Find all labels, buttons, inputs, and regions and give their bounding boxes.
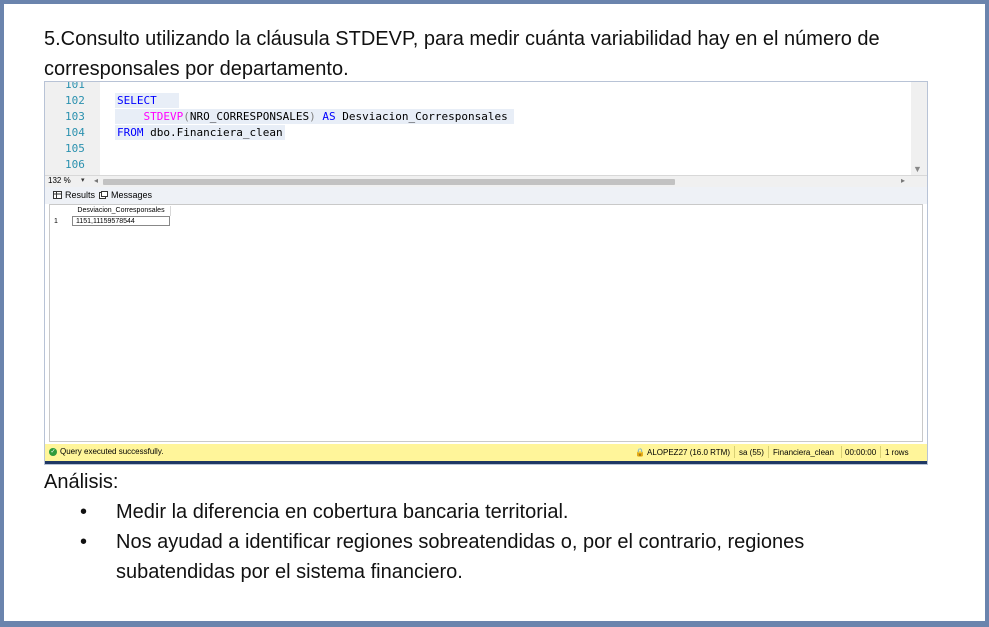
status-message: ✓ Query executed successfully.: [49, 447, 163, 456]
chevron-down-icon[interactable]: ▾: [81, 176, 85, 184]
column-header[interactable]: Desviacion_Corresponsales: [72, 206, 171, 216]
messages-icon: [99, 191, 108, 199]
status-user: sa (55): [739, 448, 764, 457]
line-number: 106: [65, 158, 85, 171]
bullet-text: Medir la diferencia en cobertura bancari…: [116, 501, 569, 523]
results-tabs: Results Messages: [45, 187, 927, 204]
scroll-left-icon[interactable]: ◂: [94, 176, 98, 185]
grid-icon: [53, 191, 62, 199]
scroll-right-icon[interactable]: ▸: [901, 176, 905, 185]
vertical-scrollbar[interactable]: [911, 82, 927, 175]
line-number: 101: [65, 81, 85, 91]
success-check-icon: ✓: [49, 447, 57, 456]
window-bottom-bar: [45, 461, 927, 464]
status-database: Financiera_clean: [773, 448, 834, 457]
code-line-stdevp: STDEVP(NRO_CORRESPONSALES) AS Desviacion…: [115, 109, 514, 124]
status-time: 00:00:00: [845, 448, 877, 457]
line-number: 103: [65, 110, 85, 123]
column-arg: NRO_CORRESPONSALES: [189, 110, 310, 123]
result-cell[interactable]: 1151,11159578544: [72, 216, 170, 226]
bullet-text: Nos ayudad a identificar regiones sobrea…: [116, 531, 805, 583]
select-keyword: SELECT: [117, 94, 157, 107]
analysis-list: • Medir la diferencia en cobertura bancar…: [80, 497, 900, 587]
status-rows: 1 rows: [885, 448, 909, 457]
status-text: Query executed successfully.: [60, 447, 164, 456]
tab-messages-label: Messages: [111, 190, 153, 200]
ssms-screenshot: 101 102 103 104 105 106 SELECT STDEVP(NR…: [44, 81, 928, 465]
page-heading: 5.Consulto utilizando la cláusula STDEVP…: [44, 28, 880, 80]
list-item: • Medir la diferencia en cobertura bancar…: [80, 501, 569, 523]
code-line-from: FROM dbo.Financiera_clean: [115, 125, 285, 140]
line-number: 102: [65, 94, 85, 107]
lock-icon: 🔒: [635, 448, 645, 457]
table-name: dbo.Financiera_clean: [150, 126, 283, 139]
stdevp-function: STDEVP: [143, 110, 184, 123]
status-server: ALOPEZ27 (16.0 RTM): [647, 448, 730, 457]
close-paren: ): [309, 110, 316, 123]
status-divider: [734, 446, 735, 458]
tab-results-label: Results: [65, 190, 96, 200]
from-keyword: FROM: [117, 126, 144, 139]
alias-name: Desviacion_Corresponsales: [342, 110, 508, 123]
open-paren: (: [183, 110, 190, 123]
as-keyword: AS: [322, 110, 336, 123]
status-bar: ✓ Query executed successfully. 🔒 ALOPEZ2…: [45, 444, 927, 461]
list-item: • Nos ayudad a identificar regiones sobre…: [80, 531, 805, 583]
status-divider: [841, 446, 842, 458]
scroll-thumb[interactable]: [103, 179, 675, 185]
row-number: 1: [54, 218, 58, 225]
line-number: 105: [65, 142, 85, 155]
code-line-select: SELECT: [115, 93, 179, 108]
status-divider: [880, 446, 881, 458]
results-grid[interactable]: Desviacion_Corresponsales 1 1151,1115957…: [49, 204, 923, 442]
tab-results[interactable]: Results: [53, 190, 95, 200]
analysis-label: Análisis:: [44, 471, 119, 493]
zoom-level[interactable]: 132 %: [48, 176, 71, 185]
tab-messages[interactable]: Messages: [99, 190, 152, 200]
status-divider: [768, 446, 769, 458]
query-editor[interactable]: 101 102 103 104 105 106 SELECT STDEVP(NR…: [45, 82, 911, 175]
line-number: 104: [65, 126, 85, 139]
scroll-down-icon[interactable]: ▼: [913, 164, 922, 174]
